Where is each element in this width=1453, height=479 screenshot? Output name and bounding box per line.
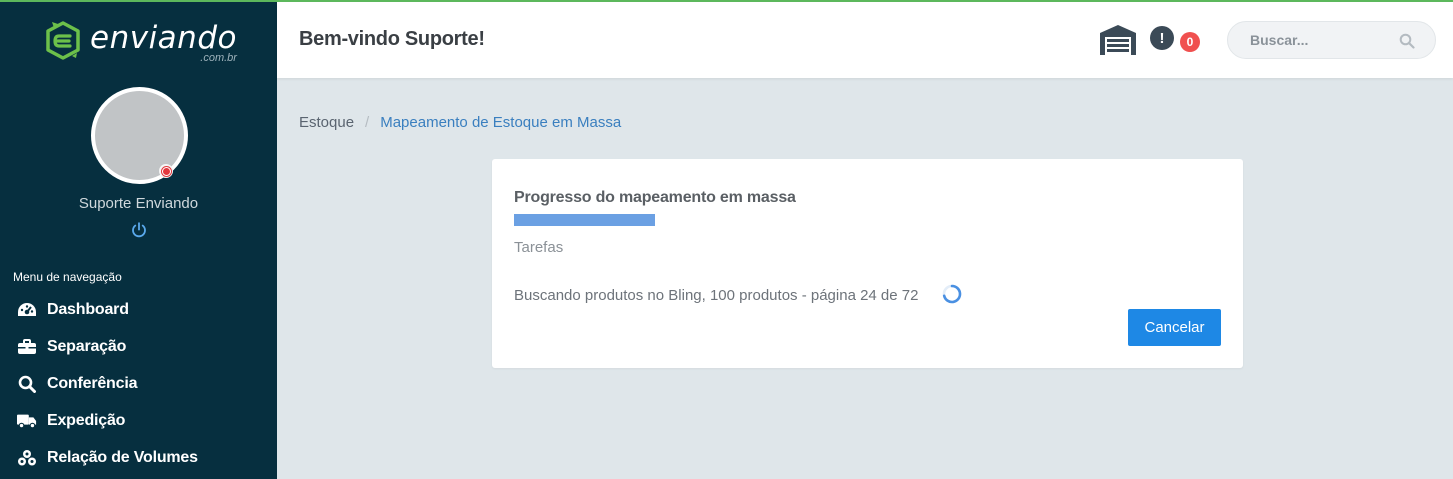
sidebar-item-conferencia[interactable]: Conferência [0, 365, 277, 402]
power-icon[interactable] [130, 221, 148, 239]
user-name: Suporte Enviando [78, 195, 199, 212]
tasks-label: Tarefas [514, 239, 564, 256]
card-title: Progresso do mapeamento em massa [514, 189, 796, 206]
cancel-button[interactable]: Cancelar [1128, 309, 1221, 346]
sidebar-item-label: Conferência [47, 374, 138, 392]
notification-count-badge: 0 [1180, 32, 1200, 52]
breadcrumb-separator: / [365, 114, 370, 131]
search-icon[interactable] [1399, 33, 1415, 49]
sidebar-item-relacao-volumes[interactable]: Relação de Volumes [0, 439, 277, 476]
breadcrumb-item-current[interactable]: Mapeamento de Estoque em Massa [380, 114, 621, 131]
avatar [91, 87, 188, 184]
progress-card: Progresso do mapeamento em massa Tarefas… [492, 159, 1243, 368]
loading-spinner-icon [942, 284, 962, 304]
sidebar-nav: Dashboard Separação Conferência Expediçã… [0, 291, 277, 476]
brand-logo[interactable]: enviando .com.br [42, 20, 237, 64]
progress-bar [514, 214, 1221, 226]
sidebar-item-dashboard[interactable]: Dashboard [0, 291, 277, 328]
search-input[interactable] [1228, 32, 1388, 48]
search-box [1227, 21, 1436, 59]
sidebar-item-label: Dashboard [47, 300, 129, 318]
boxes-icon [17, 449, 37, 467]
briefcase-icon [17, 338, 37, 356]
status-text: Buscando produtos no Bling, 100 produtos… [514, 287, 919, 304]
alert-icon[interactable]: ! [1150, 26, 1174, 50]
top-accent-line [0, 0, 1453, 2]
sidebar: enviando .com.br Suporte Enviando Menu d… [0, 0, 277, 479]
warehouse-icon[interactable] [1099, 24, 1137, 56]
nav-title: Menu de navegação [13, 270, 122, 284]
brand-name: enviando [90, 20, 237, 56]
progress-bar-fill [514, 214, 656, 226]
status-indicator-icon [159, 164, 173, 178]
sidebar-item-separacao[interactable]: Separação [0, 328, 277, 365]
top-header: Bem-vindo Suporte! ! 0 [277, 2, 1453, 78]
search-icon [17, 375, 37, 393]
sidebar-item-label: Separação [47, 337, 127, 355]
sidebar-item-expedicao[interactable]: Expedição [0, 402, 277, 439]
sidebar-item-label: Relação de Volumes [47, 448, 198, 466]
breadcrumb: Estoque / Mapeamento de Estoque em Massa [299, 114, 621, 131]
sidebar-item-label: Expedição [47, 411, 126, 429]
page-title: Bem-vindo Suporte! [299, 28, 485, 50]
brand-logo-icon [46, 21, 80, 60]
breadcrumb-item-estoque[interactable]: Estoque [299, 114, 354, 131]
dashboard-icon [17, 301, 37, 319]
truck-icon [17, 412, 37, 430]
user-avatar-wrapper[interactable] [91, 87, 188, 184]
